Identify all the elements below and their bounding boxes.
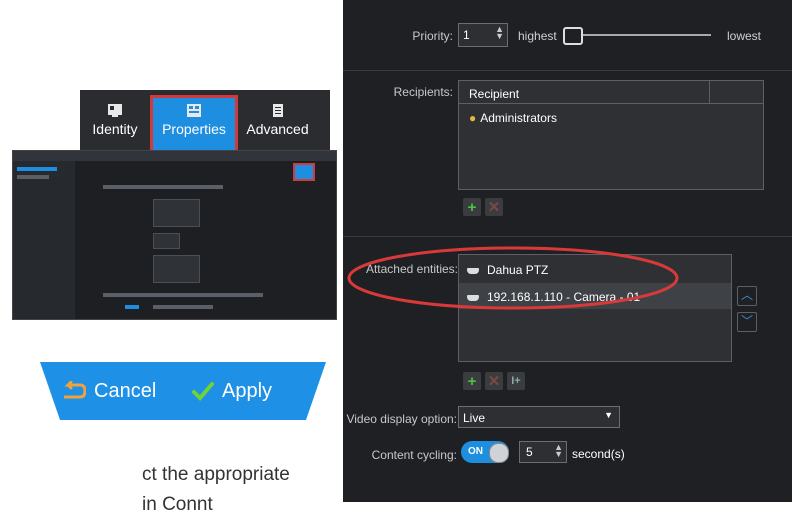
add-entity-advanced-button[interactable]: I+ bbox=[507, 372, 525, 390]
cycling-unit-label: second(s) bbox=[572, 447, 625, 461]
remove-entity-button[interactable]: ✕ bbox=[485, 372, 503, 390]
move-up-button[interactable]: ︿ bbox=[737, 286, 757, 306]
recipients-label: Recipients: bbox=[393, 85, 453, 99]
checkmark-icon bbox=[192, 382, 214, 401]
priority-slider-track[interactable] bbox=[573, 34, 711, 36]
tab-properties-label: Properties bbox=[162, 121, 226, 137]
video-display-label: Video display option: bbox=[346, 412, 457, 426]
recipient-item[interactable]: ● Administrators bbox=[469, 111, 557, 125]
application-thumbnail bbox=[12, 150, 337, 320]
thumbnail-topbar bbox=[13, 151, 336, 161]
add-entity-button[interactable]: + bbox=[463, 372, 481, 390]
properties-panel: Priority: 1 ▲ ▼ highest lowest Recipients… bbox=[343, 0, 792, 502]
plus-icon: + bbox=[467, 198, 477, 216]
tab-identity-label: Identity bbox=[92, 121, 138, 137]
advanced-icon bbox=[272, 104, 283, 117]
caption-text: ct the appropriate in Connt bbox=[142, 460, 290, 520]
add-entity-advanced-label: I+ bbox=[511, 375, 521, 387]
chevron-up-icon: ︿ bbox=[740, 288, 753, 302]
video-display-select[interactable]: Live ▼ bbox=[458, 406, 620, 428]
recipients-list[interactable]: Recipient ● Administrators bbox=[458, 80, 764, 190]
divider bbox=[343, 70, 792, 71]
plus-icon: + bbox=[467, 372, 477, 390]
priority-value: 1 bbox=[463, 28, 470, 42]
user-group-icon: ● bbox=[469, 111, 477, 125]
priority-spinbox[interactable]: 1 ▲ ▼ bbox=[458, 23, 508, 47]
tab-properties[interactable]: Properties bbox=[150, 95, 238, 155]
properties-icon bbox=[187, 104, 201, 117]
close-icon: ✕ bbox=[487, 373, 501, 390]
dropdown-arrow-icon: ▼ bbox=[604, 410, 613, 420]
tab-advanced[interactable]: Advanced bbox=[240, 98, 315, 154]
priority-slider-handle[interactable] bbox=[563, 27, 583, 45]
priority-high-label: lowest bbox=[727, 29, 762, 43]
tab-identity[interactable]: Identity bbox=[84, 98, 146, 154]
undo-arrow-icon bbox=[64, 381, 86, 399]
recipients-header: Recipient bbox=[459, 81, 763, 104]
priority-label: Priority: bbox=[412, 29, 453, 43]
content-cycling-toggle[interactable]: ON bbox=[461, 441, 509, 463]
caption-line-1: ct the appropriate bbox=[142, 464, 290, 485]
apply-button[interactable]: Apply bbox=[192, 376, 272, 406]
thumbnail-sidebar bbox=[13, 161, 75, 319]
toggle-label: ON bbox=[468, 446, 483, 457]
cycling-seconds-spinbox[interactable]: 5 ▲ ▼ bbox=[519, 441, 567, 463]
priority-low-label: highest bbox=[518, 29, 557, 43]
content-cycling-label: Content cycling: bbox=[371, 448, 457, 462]
cancel-button[interactable]: Cancel bbox=[60, 376, 156, 406]
remove-recipient-button[interactable]: ✕ bbox=[485, 198, 503, 216]
cancel-label: Cancel bbox=[94, 379, 157, 402]
action-bar: Cancel Apply bbox=[40, 362, 326, 420]
divider bbox=[343, 236, 792, 237]
video-display-value: Live bbox=[463, 411, 486, 425]
close-icon: ✕ bbox=[487, 199, 501, 216]
spinner-arrows-icon[interactable]: ▲ ▼ bbox=[554, 443, 563, 459]
identity-icon bbox=[108, 104, 122, 117]
tab-advanced-label: Advanced bbox=[246, 121, 309, 137]
caption-line-2: in Connt bbox=[142, 494, 213, 515]
recipient-column-header: Recipient bbox=[469, 87, 520, 101]
toggle-knob bbox=[489, 443, 509, 463]
apply-label: Apply bbox=[222, 379, 273, 402]
chevron-down-icon: ﹀ bbox=[740, 314, 753, 328]
move-down-button[interactable]: ﹀ bbox=[737, 312, 757, 332]
thumbnail-properties-highlight bbox=[293, 163, 315, 181]
recipient-item-label: Administrators bbox=[480, 111, 557, 125]
highlight-ellipse bbox=[347, 246, 679, 310]
spinner-arrows-icon[interactable]: ▲ ▼ bbox=[495, 25, 504, 41]
add-recipient-button[interactable]: + bbox=[463, 198, 481, 216]
cycling-seconds-value: 5 bbox=[526, 445, 533, 459]
